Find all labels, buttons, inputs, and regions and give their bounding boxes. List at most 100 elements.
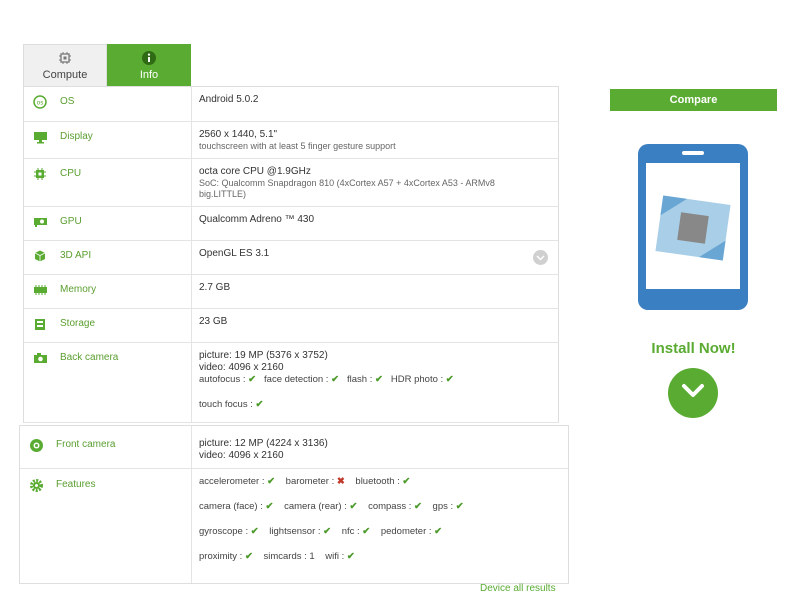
cpu-value: octa core CPU @1.9GHz: [199, 166, 311, 177]
api3d-value: OpenGL ES 3.1: [199, 248, 270, 259]
spec-row-storage: Storage 23 GB: [24, 309, 558, 343]
check-icon: ✔: [434, 526, 443, 537]
compare-button[interactable]: Compare: [610, 89, 777, 111]
camera-rear-label: camera (rear) :: [284, 501, 347, 512]
front-camera-picture: picture: 12 MP (4224 x 3136): [199, 438, 328, 449]
autofocus-label: autofocus :: [199, 374, 246, 385]
camera-icon: [32, 351, 48, 365]
features-line-1: accelerometer : ✔ barometer : ✖ bluetoot…: [199, 476, 568, 488]
simcards-label: simcards : 1: [263, 551, 315, 562]
tab-compute[interactable]: Compute: [23, 44, 107, 86]
front-camera-icon: [28, 438, 44, 452]
back-camera-video: video: 4096 x 2160: [199, 362, 284, 373]
touch-focus-label: touch focus :: [199, 399, 253, 410]
check-icon: ✔: [374, 374, 383, 385]
camera-face-label: camera (face) :: [199, 501, 263, 512]
chevron-down-icon: [681, 383, 705, 404]
check-icon: ✔: [362, 526, 371, 537]
cube-icon: [32, 249, 48, 263]
pedometer-label: pedometer :: [380, 526, 432, 537]
gpu-value: Qualcomm Adreno ™ 430: [199, 214, 315, 225]
cpu-soc-text-cont: big.LITTLE): [199, 189, 247, 199]
check-icon: ✔: [267, 476, 276, 487]
check-icon: ✔: [255, 399, 264, 410]
features-line-4: proximity : ✔ simcards : 1 wifi : ✔: [199, 551, 568, 563]
spec-row-3d-api[interactable]: 3D API OpenGL ES 3.1: [24, 241, 558, 275]
bluetooth-label: bluetooth :: [355, 476, 400, 487]
check-icon: ✔: [331, 374, 340, 385]
device-all-results-link[interactable]: Device all results: [480, 583, 556, 594]
display-subtext: touchscreen with at least 5 finger gestu…: [199, 141, 396, 151]
front-camera-label: Front camera: [56, 439, 116, 450]
back-camera-features-2: touch focus : ✔: [199, 399, 558, 411]
check-icon: ✔: [265, 501, 274, 512]
spec-row-display: Display 2560 x 1440, 5.1" touchscreen wi…: [24, 122, 558, 159]
features-line-3: gyroscope : ✔ lightsensor : ✔ nfc : ✔ pe…: [199, 526, 568, 538]
memory-value: 2.7 GB: [199, 282, 231, 293]
display-value: 2560 x 1440, 5.1": [199, 129, 278, 140]
wifi-label: wifi :: [325, 551, 345, 562]
back-camera-features: autofocus : ✔ face detection : ✔ flash :…: [199, 374, 558, 386]
os-value: Android 5.0.2: [199, 94, 259, 105]
expand-chevron-icon[interactable]: [533, 250, 548, 265]
proximity-label: proximity :: [199, 551, 243, 562]
features-line-2: camera (face) : ✔ camera (rear) : ✔ comp…: [199, 501, 568, 513]
tab-bar: Compute Info: [23, 44, 191, 86]
lightsensor-label: lightsensor :: [269, 526, 321, 537]
memory-chip-icon: [32, 283, 48, 297]
storage-drive-icon: [32, 317, 48, 331]
spec-row-gpu: GPU Qualcomm Adreno ™ 430: [24, 207, 558, 241]
info-circle-icon: [141, 50, 157, 66]
flash-label: flash :: [346, 374, 373, 385]
check-icon: ✔: [455, 501, 464, 512]
gps-label: gps :: [432, 501, 454, 512]
storage-label: Storage: [60, 318, 96, 329]
spec-row-os: os OS Android 5.0.2: [24, 87, 558, 122]
check-icon: ✔: [323, 526, 332, 537]
spec-row-back-camera: Back camera picture: 19 MP (5376 x 3752)…: [24, 343, 558, 423]
gpu-card-icon: [32, 215, 48, 229]
check-icon: ✔: [349, 501, 358, 512]
api3d-label: 3D API: [60, 250, 92, 261]
display-label: Display: [60, 131, 93, 142]
cpu-soc-text: SoC: Qualcomm Snapdragon 810 (4xCortex A…: [199, 178, 495, 188]
cpu-chip-icon: [57, 50, 73, 66]
check-icon: ✔: [244, 551, 253, 562]
cpu-icon: [32, 167, 48, 181]
phone-illustration: [637, 143, 749, 316]
install-download-button[interactable]: [668, 368, 718, 418]
accelerometer-label: accelerometer :: [199, 476, 265, 487]
cross-icon: ✖: [336, 476, 345, 487]
check-icon: ✔: [445, 374, 454, 385]
spec-row-features: Features accelerometer : ✔ barometer : ✖…: [20, 469, 568, 583]
spec-row-cpu: CPU octa core CPU @1.9GHz SoC: Qualcomm …: [24, 159, 558, 207]
check-icon: ✔: [414, 501, 422, 512]
gpu-label: GPU: [60, 216, 82, 227]
face-detection-label: face detection :: [264, 374, 329, 385]
check-icon: ✔: [248, 374, 257, 385]
tab-info-label: Info: [139, 68, 159, 81]
gyroscope-label: gyroscope :: [199, 526, 249, 537]
spec-table: os OS Android 5.0.2 Display 2560 x 1440,…: [23, 86, 559, 423]
svg-text:os: os: [37, 100, 44, 107]
hdr-photo-label: HDR photo :: [390, 374, 444, 385]
check-icon: ✔: [402, 476, 411, 487]
install-now-text: Install Now!: [651, 340, 736, 357]
nfc-label: nfc :: [341, 526, 360, 537]
cpu-label: CPU: [60, 168, 82, 179]
back-camera-picture: picture: 19 MP (5376 x 3752): [199, 350, 328, 361]
check-icon: ✔: [346, 551, 355, 562]
tab-compute-label: Compute: [42, 69, 88, 81]
storage-value: 23 GB: [199, 316, 228, 327]
back-camera-label: Back camera: [60, 352, 119, 363]
spec-table-lower: Front camera picture: 12 MP (4224 x 3136…: [19, 425, 569, 584]
spec-row-memory: Memory 2.7 GB: [24, 275, 558, 309]
check-icon: ✔: [250, 526, 259, 537]
front-camera-video: video: 4096 x 2160: [199, 450, 284, 461]
os-icon: os: [32, 95, 48, 109]
features-label: Features: [56, 479, 96, 490]
compass-label: compass :: [368, 501, 412, 512]
memory-label: Memory: [60, 284, 97, 295]
gear-icon: [28, 478, 44, 492]
tab-info[interactable]: Info: [107, 44, 191, 86]
